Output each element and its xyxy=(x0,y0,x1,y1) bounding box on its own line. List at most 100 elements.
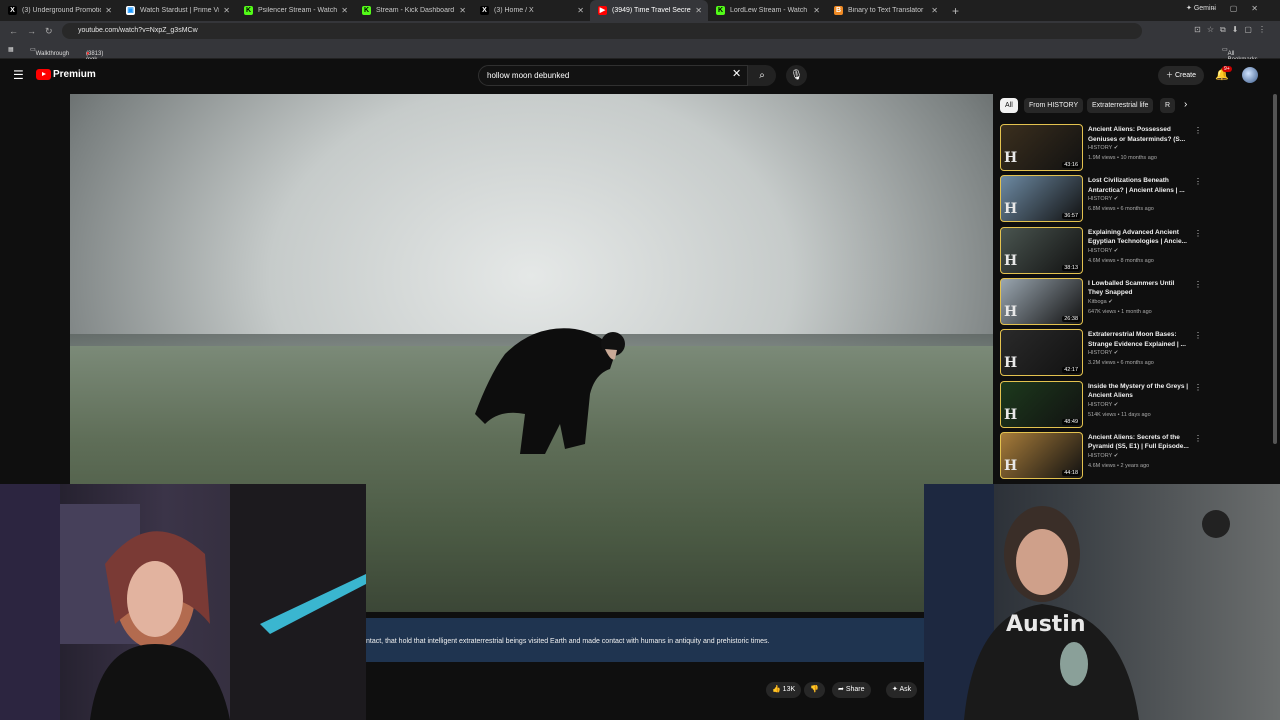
ask-button[interactable]: ✦ Ask xyxy=(886,682,918,698)
search-button[interactable]: ⌕ xyxy=(748,65,776,86)
browser-tab[interactable]: B Binary to Text Translator ✕ xyxy=(826,0,944,21)
more-options-icon[interactable]: ⋮ xyxy=(1194,331,1202,340)
browser-tab[interactable]: ▶ (3949) Time Travel Secrets ... ✕ xyxy=(590,0,708,21)
video-thumbnail[interactable]: H 48:49 xyxy=(1000,380,1083,428)
browser-tab[interactable]: ▣ Watch Stardust | Prime Video✕ xyxy=(118,0,236,21)
url-text: youtube.com/watch?v=NxpZ_g3sMCw xyxy=(78,27,198,34)
browser-tab[interactable]: K Stream - Kick Dashboard ✕ xyxy=(354,0,472,21)
video-title[interactable]: Lost Civilizations Beneath Antarctica? |… xyxy=(1088,176,1190,195)
video-title[interactable]: Extraterrestrial Moon Bases: Strange Evi… xyxy=(1088,330,1190,349)
chip-all[interactable]: All xyxy=(1000,98,1018,113)
channel-name[interactable]: HISTORY ✔ xyxy=(1088,453,1118,459)
recommended-video[interactable]: H 42:17 Extraterrestrial Moon Bases: Stran… xyxy=(1000,329,1202,377)
browser-tab[interactable]: K Psilencer Stream - Watch Live o...✕ xyxy=(236,0,354,21)
browser-tab[interactable]: X (3) Home / X ✕ xyxy=(472,0,590,21)
webcam-left-image xyxy=(0,484,366,720)
close-tab-icon[interactable]: ✕ xyxy=(813,6,820,15)
close-tab-icon[interactable]: ✕ xyxy=(105,6,112,15)
video-title[interactable]: Inside the Mystery of the Greys | Ancien… xyxy=(1088,382,1190,401)
back-icon[interactable]: ← xyxy=(9,26,18,36)
like-button[interactable]: 👍 13K xyxy=(766,682,802,698)
tab-title: Watch Stardust | Prime Video xyxy=(140,7,220,14)
more-options-icon[interactable]: ⋮ xyxy=(1194,280,1202,289)
more-options-icon[interactable]: ⋮ xyxy=(1194,383,1202,392)
video-title[interactable]: Ancient Aliens: Possessed Geniuses or Ma… xyxy=(1088,125,1190,144)
recommended-video[interactable]: H 38:13 Explaining Advanced Ancient Egypti… xyxy=(1000,226,1202,275)
close-tab-icon[interactable]: ✕ xyxy=(341,6,348,15)
recommended-video[interactable]: H 43:16 Ancient Aliens: Possessed Geniuses… xyxy=(1000,124,1202,172)
channel-name[interactable]: HISTORY ✔ xyxy=(1088,402,1118,408)
verified-icon: ✔ xyxy=(1113,145,1119,151)
channel-name[interactable]: HISTORY ✔ xyxy=(1088,248,1118,254)
chip-from-history[interactable]: From HISTORY xyxy=(1024,98,1084,113)
more-options-icon[interactable]: ⋮ xyxy=(1194,229,1202,238)
chevron-right-icon[interactable]: › xyxy=(1184,99,1187,110)
avatar[interactable] xyxy=(1242,67,1258,83)
video-thumbnail[interactable]: H 44:18 xyxy=(1000,431,1083,479)
tab-title: LordLew Stream - Watch Live o... xyxy=(730,7,809,14)
voice-search-button[interactable]: 🎙 xyxy=(786,65,807,86)
video-title[interactable]: Ancient Aliens: Secrets of the Pyramid (… xyxy=(1088,433,1190,452)
recommended-video[interactable]: H 48:49 Inside the Mystery of the Greys | … xyxy=(1000,380,1202,429)
new-tab-icon[interactable]: + xyxy=(952,4,959,18)
reload-icon[interactable]: ↻ xyxy=(45,26,53,37)
video-thumbnail[interactable]: H 43:16 xyxy=(1000,124,1083,171)
close-tab-icon[interactable]: ✕ xyxy=(695,6,702,15)
recommended-video[interactable]: H 26:38 I Lowballed Scammers Until They Sn… xyxy=(1000,277,1202,326)
all-bookmarks[interactable]: ▭ All Bookmarks xyxy=(1222,46,1258,63)
video-thumbnail[interactable]: H 36:57 xyxy=(1000,175,1083,223)
history-logo-icon: H xyxy=(1004,150,1018,166)
verified-icon: ✔ xyxy=(1108,298,1113,305)
like-count: 13K xyxy=(782,686,796,693)
more-options-icon[interactable]: ⋮ xyxy=(1194,126,1202,135)
more-options-icon[interactable]: ⋮ xyxy=(1194,177,1202,186)
recommended-video[interactable]: H 44:18 Ancient Aliens: Secrets of the Pyr… xyxy=(1000,431,1202,480)
apps-icon[interactable]: ▦ xyxy=(8,46,14,53)
video-meta: 514K views • 11 days ago xyxy=(1088,411,1151,418)
channel-name[interactable]: Kitboga ✔ xyxy=(1088,299,1113,305)
chip-extraterrestrial-life[interactable]: Extraterrestrial life xyxy=(1087,98,1154,113)
tab-title: (3) Home / X xyxy=(494,7,534,14)
webcam-left xyxy=(0,484,366,720)
channel-label: HISTORY xyxy=(1088,247,1113,254)
channel-name[interactable]: HISTORY ✔ xyxy=(1088,196,1118,202)
close-tab-icon[interactable]: ✕ xyxy=(459,6,466,15)
verified-icon: ✔ xyxy=(1113,452,1119,459)
window-controls[interactable]: –▢✕ xyxy=(1211,4,1272,13)
dislike-button[interactable]: 👎 xyxy=(804,682,825,698)
search-input[interactable]: hollow moon debunked xyxy=(478,65,748,86)
extension-icons[interactable]: ⊡☆⧉⬇▢⋮ xyxy=(1194,25,1272,35)
scrollbar[interactable] xyxy=(1273,94,1277,444)
channel-label: HISTORY xyxy=(1088,452,1113,459)
channel-name[interactable]: HISTORY ✔ xyxy=(1088,145,1118,151)
close-tab-icon[interactable]: ✕ xyxy=(223,6,230,15)
tab-title: Stream - Kick Dashboard xyxy=(376,7,455,14)
channel-name[interactable]: HISTORY ✔ xyxy=(1088,350,1118,356)
close-tab-icon[interactable]: ✕ xyxy=(931,6,938,15)
browser-tab[interactable]: X (3) Underground Promotions o... ✕ xyxy=(0,0,118,21)
recommended-video[interactable]: H 36:57 Lost Civilizations Beneath Antarct… xyxy=(1000,175,1202,223)
menu-icon[interactable]: ☰ xyxy=(13,68,24,82)
mic-icon: 🎙 xyxy=(790,70,803,81)
video-thumbnail[interactable]: H 38:13 xyxy=(1000,226,1083,274)
clear-search-icon[interactable]: ✕ xyxy=(732,67,741,80)
video-title[interactable]: I Lowballed Scammers Until They Snapped xyxy=(1088,279,1190,298)
forward-icon[interactable]: → xyxy=(27,26,36,36)
duration-badge: 26:38 xyxy=(1062,315,1080,322)
bookmark-walkthrough[interactable]: ▭ Walkthrough xyxy=(30,46,69,57)
chip-partial[interactable]: R xyxy=(1160,98,1176,113)
video-meta: 4.6M views • 2 years ago xyxy=(1088,462,1150,469)
create-button[interactable]: ＋ Create xyxy=(1158,66,1204,85)
video-title[interactable]: Explaining Advanced Ancient Egyptian Tec… xyxy=(1088,228,1190,247)
youtube-brand[interactable]: Premium xyxy=(53,69,96,80)
close-tab-icon[interactable]: ✕ xyxy=(577,6,584,15)
browser-tab[interactable]: K LordLew Stream - Watch Live o... ✕ xyxy=(708,0,826,21)
video-thumbnail[interactable]: H 42:17 xyxy=(1000,329,1083,377)
tab-title: Psilencer Stream - Watch Live o... xyxy=(258,7,338,14)
youtube-logo-icon[interactable] xyxy=(36,69,51,80)
video-thumbnail[interactable]: H 26:38 xyxy=(1000,277,1083,325)
search-icon: ⌕ xyxy=(759,70,765,81)
share-button[interactable]: ➦ Share xyxy=(832,682,871,698)
more-options-icon[interactable]: ⋮ xyxy=(1194,434,1202,443)
url-field[interactable]: youtube.com/watch?v=NxpZ_g3sMCw xyxy=(62,23,1142,39)
